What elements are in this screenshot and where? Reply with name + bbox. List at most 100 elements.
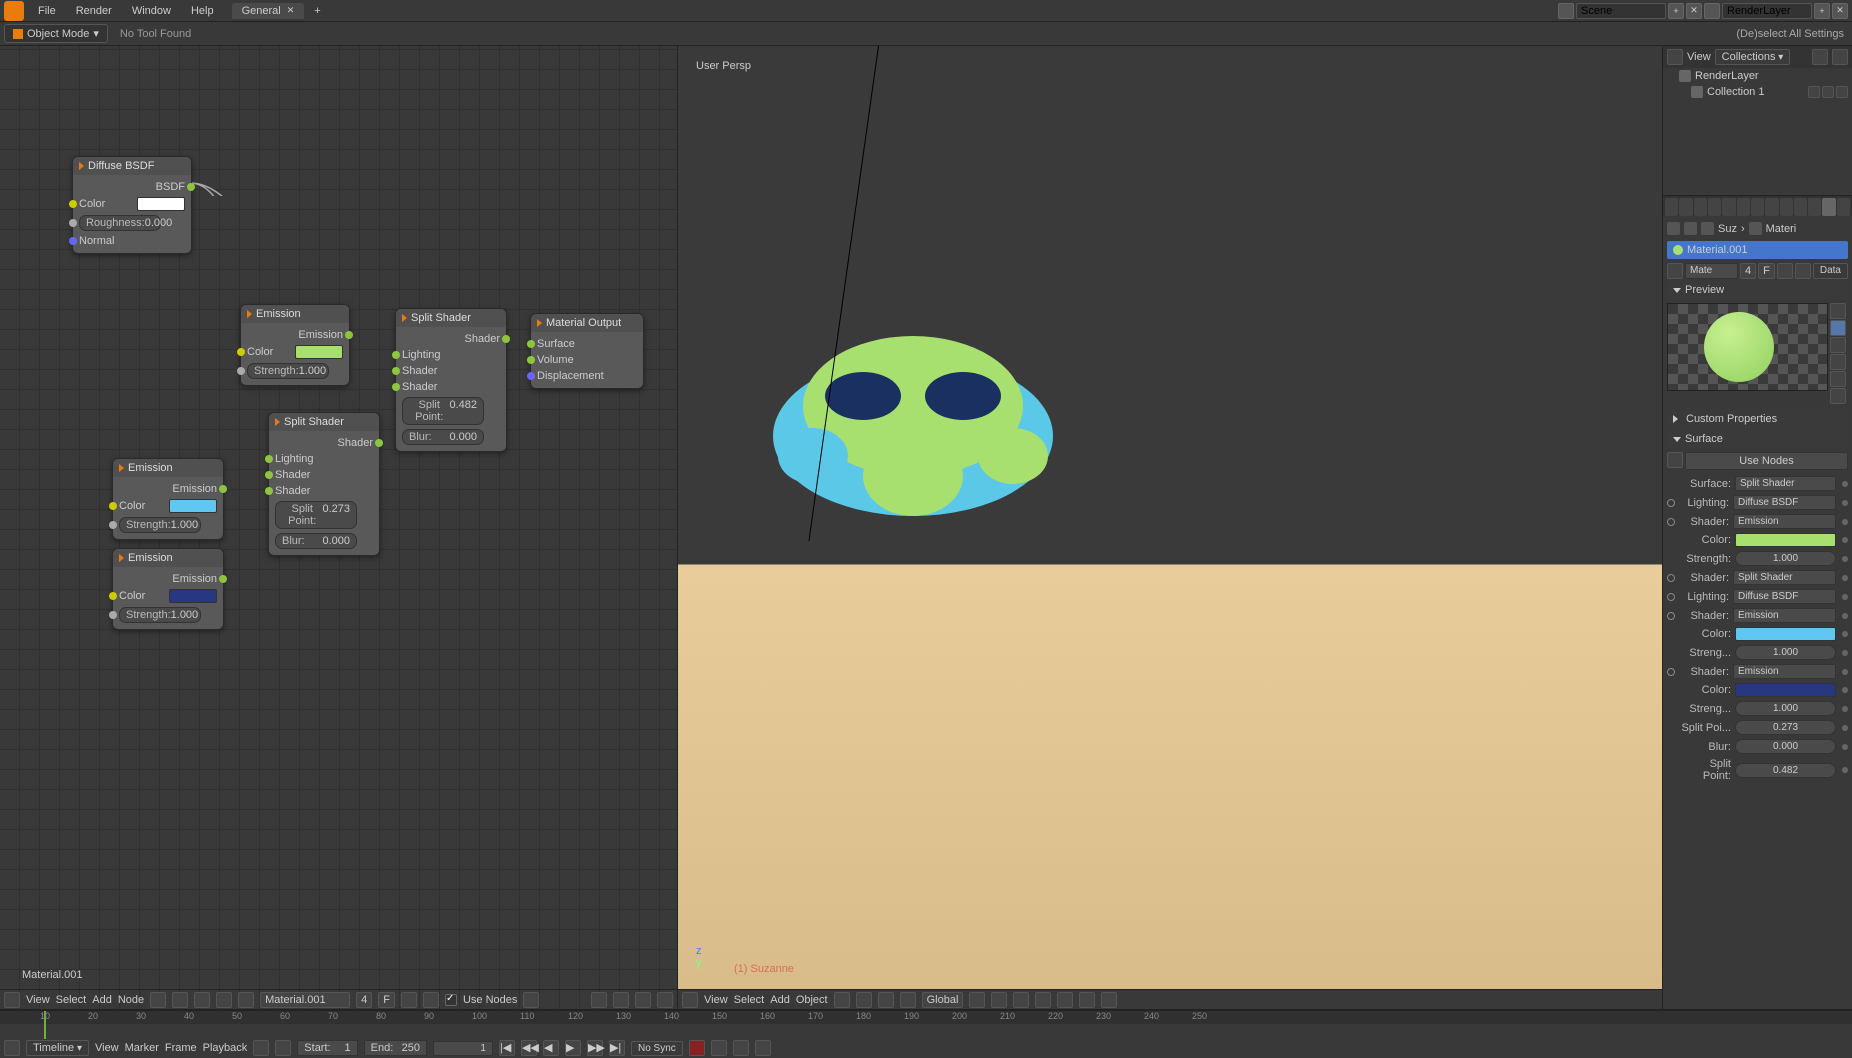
anim-dot-icon[interactable]: [1842, 706, 1848, 712]
editor-type-icon[interactable]: [1667, 49, 1683, 65]
socket-out[interactable]: [219, 575, 227, 583]
layer-icon[interactable]: [1704, 3, 1720, 19]
start-frame-field[interactable]: Start: 1: [297, 1040, 357, 1056]
backdrop-icon[interactable]: [523, 992, 539, 1008]
socket-in[interactable]: [265, 487, 273, 495]
tab-object[interactable]: [1737, 198, 1750, 216]
node-split-shader-outer[interactable]: Split Shader Shader Lighting Shader Shad…: [395, 308, 507, 452]
color-field[interactable]: [1735, 683, 1836, 697]
material-dropdown[interactable]: Material.001: [260, 992, 350, 1008]
number-field[interactable]: 0.273: [1735, 720, 1836, 735]
scene-add-icon[interactable]: +: [1668, 3, 1684, 19]
copy-icon[interactable]: [635, 992, 651, 1008]
socket-in[interactable]: [109, 611, 117, 619]
transform-orientation[interactable]: Global: [922, 992, 964, 1008]
socket-in[interactable]: [237, 348, 245, 356]
preview-sphere-icon[interactable]: [1830, 320, 1846, 336]
color-swatch[interactable]: [169, 589, 217, 603]
color-field[interactable]: [1735, 627, 1836, 641]
socket-dot-icon[interactable]: [1667, 518, 1675, 526]
node-diffuse-bsdf[interactable]: Diffuse BSDF BSDF Color Roughness:0.000 …: [72, 156, 192, 254]
material-browse-icon[interactable]: [1667, 263, 1683, 279]
socket-in[interactable]: [69, 219, 77, 227]
socket-in[interactable]: [265, 471, 273, 479]
tab-material[interactable]: [1822, 198, 1835, 216]
node-header[interactable]: Emission: [113, 459, 223, 477]
keying-set-icon[interactable]: [711, 1040, 727, 1056]
timeline-ruler[interactable]: 1020304050607080901001101201301401501601…: [0, 1010, 1852, 1024]
node-header[interactable]: Diffuse BSDF: [73, 157, 191, 175]
jump-end-icon[interactable]: ▶|: [609, 1040, 625, 1056]
panel-preview[interactable]: Preview: [1667, 281, 1848, 299]
tab-output[interactable]: [1679, 198, 1692, 216]
tab-world[interactable]: [1722, 198, 1735, 216]
dropdown-field[interactable]: Diffuse BSDF: [1733, 589, 1836, 604]
socket-dot-icon[interactable]: [1667, 612, 1675, 620]
socket-in[interactable]: [109, 592, 117, 600]
number-field[interactable]: 0.482: [1735, 763, 1836, 778]
scene-del-icon[interactable]: ✕: [1686, 3, 1702, 19]
panel-surface[interactable]: Surface: [1667, 430, 1848, 448]
scene-icon[interactable]: [1558, 3, 1574, 19]
color-swatch[interactable]: [169, 499, 217, 513]
new-material-icon[interactable]: [1777, 263, 1793, 279]
world-icon[interactable]: [172, 992, 188, 1008]
socket-in[interactable]: [392, 383, 400, 391]
workspace-add-button[interactable]: +: [308, 5, 326, 17]
pivot-icon[interactable]: [856, 992, 872, 1008]
preview-cloth-icon[interactable]: [1830, 388, 1846, 404]
play-icon[interactable]: ▶: [565, 1040, 581, 1056]
socket-dot-icon[interactable]: [1667, 499, 1675, 507]
socket-in[interactable]: [265, 455, 273, 463]
menu-playback[interactable]: Playback: [203, 1042, 248, 1054]
tab-physics[interactable]: [1780, 198, 1793, 216]
number-field[interactable]: 1.000: [1735, 551, 1836, 566]
split-point-field[interactable]: Split Point:0.273: [275, 501, 357, 529]
deselect-all-link[interactable]: (De)select All Settings: [1728, 28, 1852, 40]
filter-icon[interactable]: [1812, 49, 1828, 65]
socket-in[interactable]: [392, 367, 400, 375]
node-emission-green[interactable]: Emission Emission Color Strength:1.000: [240, 304, 350, 386]
number-field[interactable]: 0.000: [1735, 739, 1836, 754]
timeline-mode[interactable]: Timeline ▾: [26, 1040, 89, 1056]
material-name-field[interactable]: Mate: [1685, 263, 1738, 279]
scene-name-field[interactable]: [1576, 3, 1666, 19]
anim-dot-icon[interactable]: [1842, 500, 1848, 506]
overlay-icon[interactable]: [1079, 992, 1095, 1008]
3d-viewport[interactable]: User Persp zy (1) Suzanne View Select Ad…: [678, 46, 1662, 1009]
orientation-icon[interactable]: [834, 992, 850, 1008]
outliner-item-renderlayer[interactable]: RenderLayer: [1663, 68, 1852, 84]
anim-dot-icon[interactable]: [1842, 744, 1848, 750]
socket-dot-icon[interactable]: [1667, 574, 1675, 582]
shading-rendered-icon[interactable]: [1057, 992, 1073, 1008]
preview-shaderball-icon[interactable]: [1830, 371, 1846, 387]
link-dropdown[interactable]: Data: [1813, 263, 1848, 279]
auto-key-icon[interactable]: [253, 1040, 269, 1056]
node-split-shader-inner[interactable]: Split Shader Shader Lighting Shader Shad…: [268, 412, 380, 556]
preview-cube-icon[interactable]: [1830, 337, 1846, 353]
menu-frame[interactable]: Frame: [165, 1042, 197, 1054]
socket-out[interactable]: [187, 183, 195, 191]
paste-icon[interactable]: [657, 992, 673, 1008]
socket-dot-icon[interactable]: [1667, 668, 1675, 676]
close-icon[interactable]: ✕: [287, 5, 295, 16]
anim-dot-icon[interactable]: [1842, 556, 1848, 562]
preview-hair-icon[interactable]: [1830, 354, 1846, 370]
socket-in[interactable]: [527, 356, 535, 364]
fake-user-button[interactable]: F: [378, 992, 395, 1008]
play-reverse-icon[interactable]: ◀: [543, 1040, 559, 1056]
user-count[interactable]: 4: [1740, 263, 1756, 279]
anim-dot-icon[interactable]: [1842, 481, 1848, 487]
dropdown-field[interactable]: Split Shader: [1733, 570, 1836, 585]
anim-dot-icon[interactable]: [1842, 767, 1848, 773]
menu-select[interactable]: Select: [56, 994, 87, 1006]
tab-render[interactable]: [1665, 198, 1678, 216]
node-header[interactable]: Emission: [241, 305, 349, 323]
node-icon[interactable]: [1667, 452, 1683, 468]
layer-del-icon[interactable]: ✕: [1832, 3, 1848, 19]
anim-dot-icon[interactable]: [1842, 575, 1848, 581]
tab-particles[interactable]: [1765, 198, 1778, 216]
dropdown-field[interactable]: Split Shader: [1735, 476, 1836, 491]
mode-selector[interactable]: Object Mode ▾: [4, 24, 108, 43]
snap-icon[interactable]: [969, 992, 985, 1008]
